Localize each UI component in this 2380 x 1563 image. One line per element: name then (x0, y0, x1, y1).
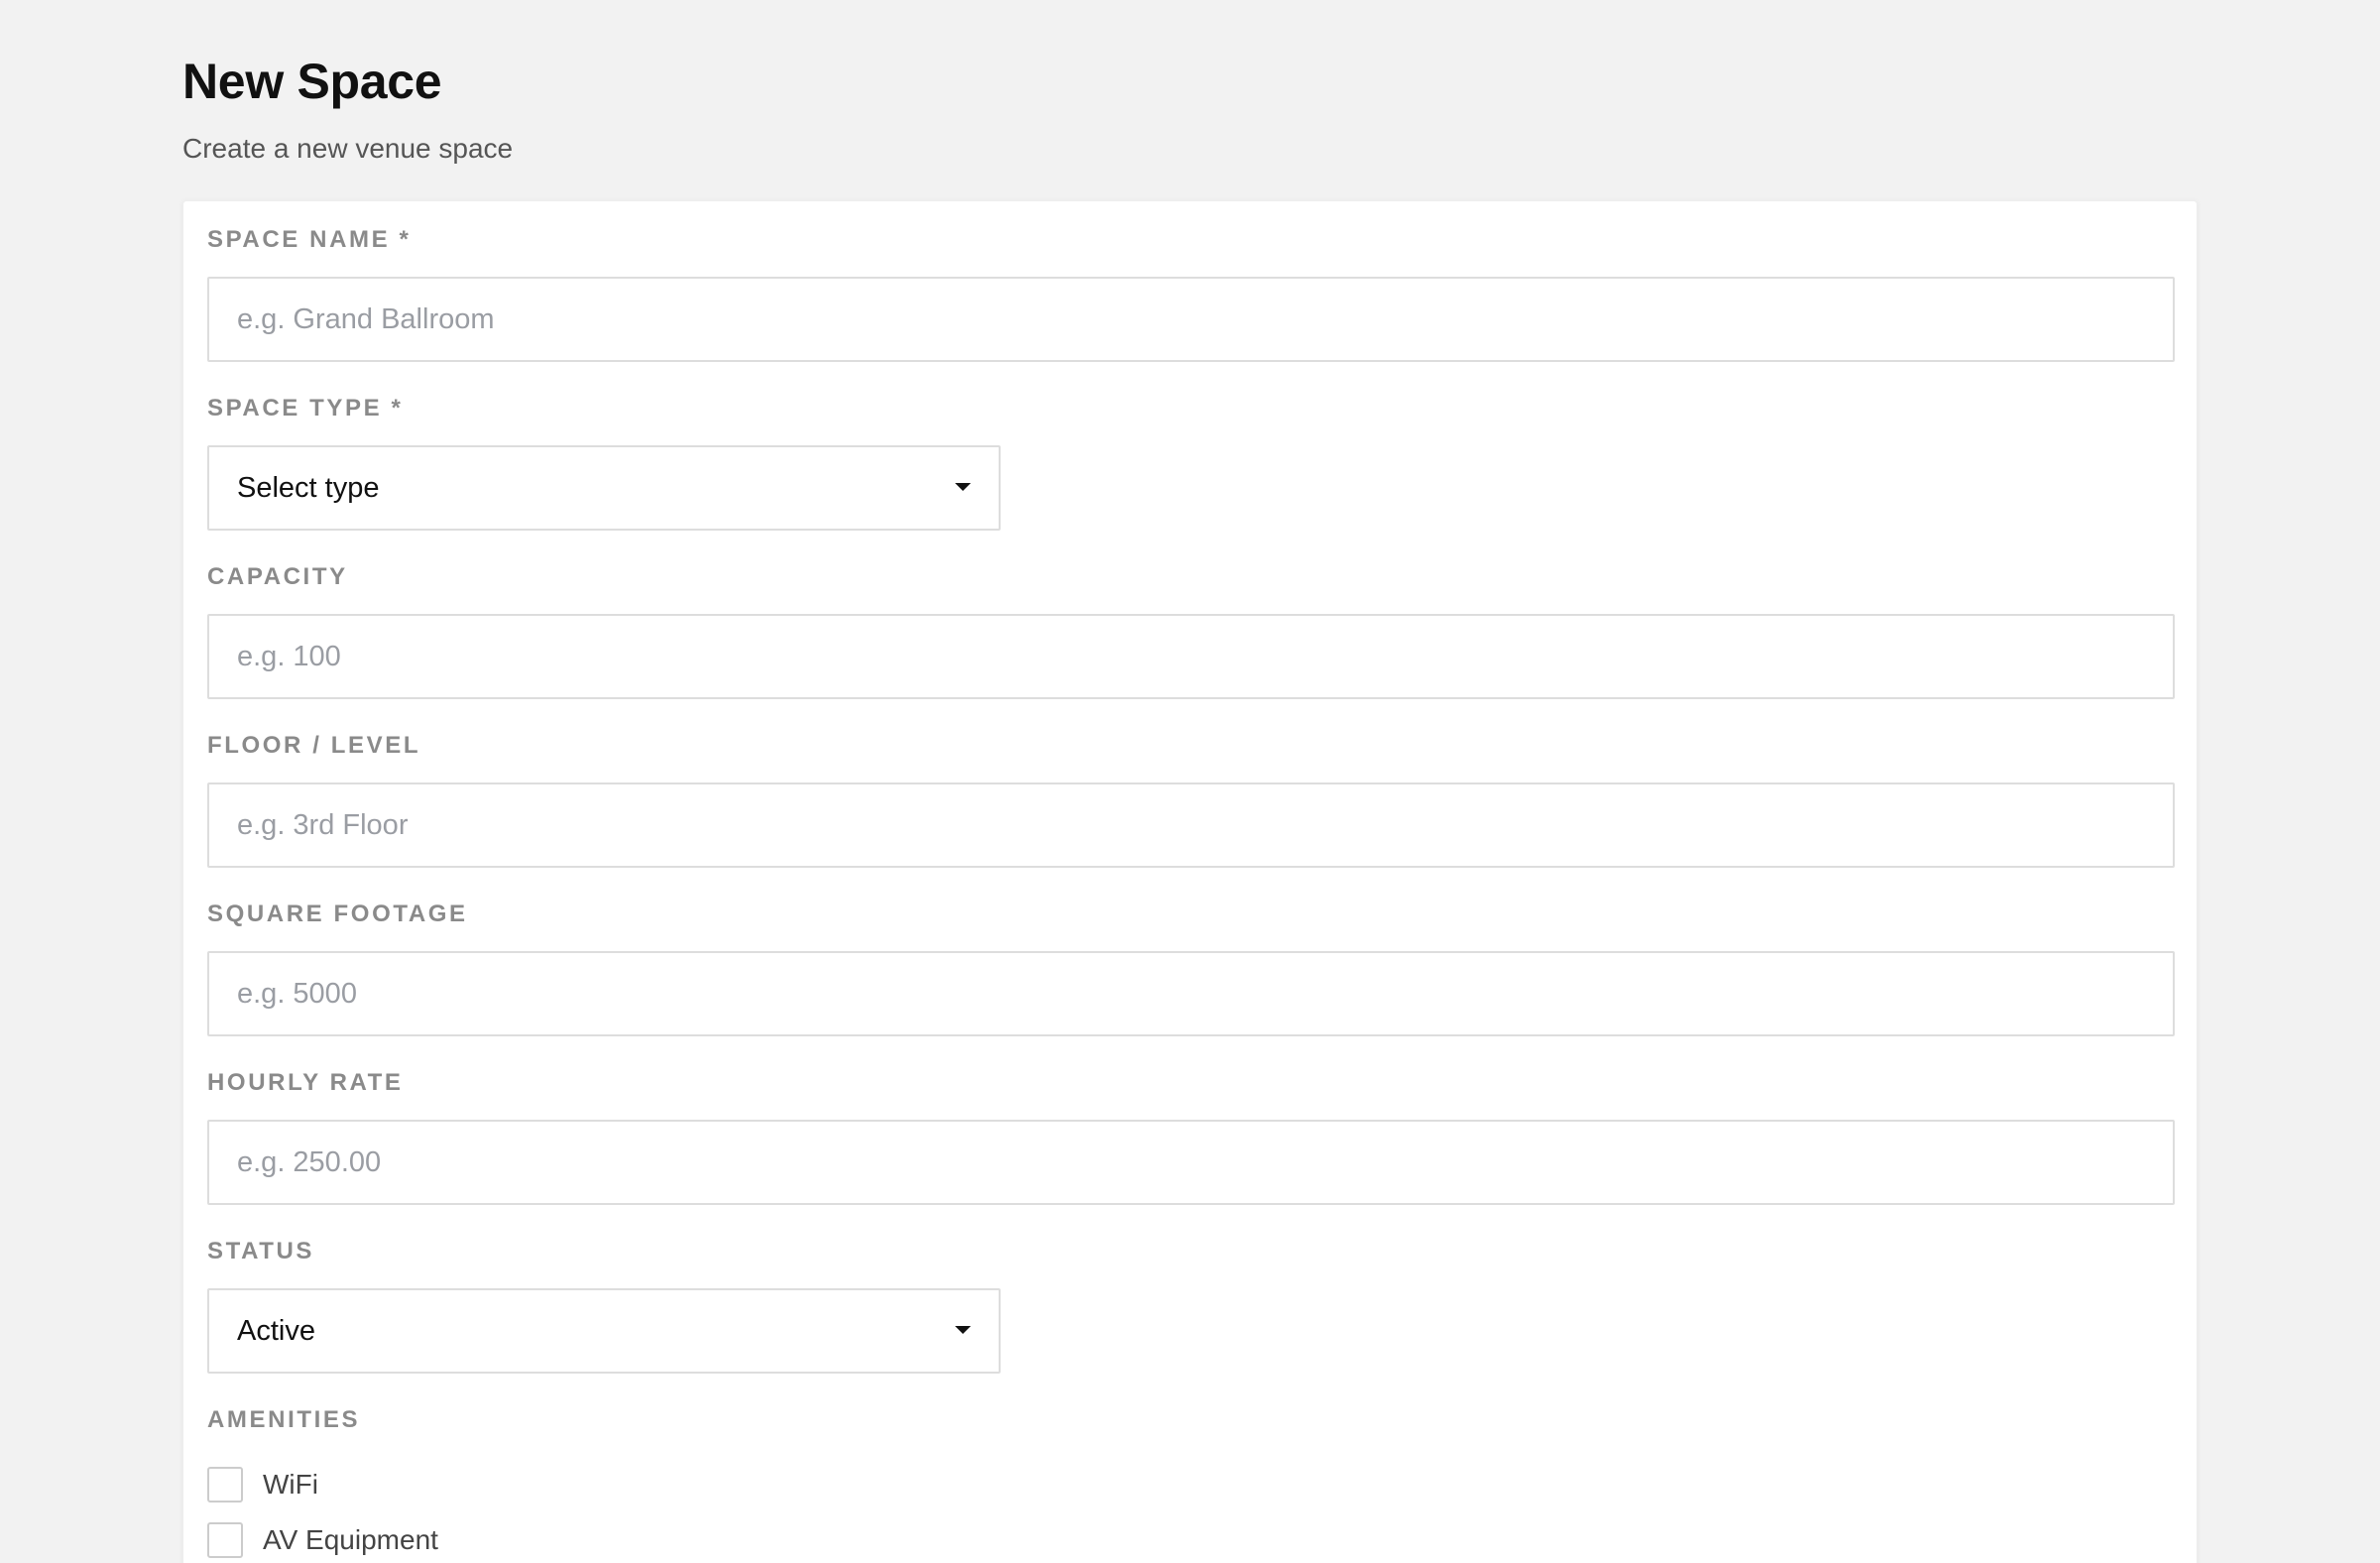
page-title: New Space (182, 54, 442, 109)
amenity-wifi[interactable]: WiFi (207, 1465, 318, 1504)
new-space-page: New Space Create a new venue space SPACE… (182, 0, 2198, 1563)
amenity-av-equipment[interactable]: AV Equipment (207, 1520, 438, 1560)
hourly-rate-label: HOURLY RATE (207, 1069, 404, 1096)
square-footage-input[interactable] (207, 951, 2175, 1036)
space-type-value: Select type (237, 472, 380, 504)
space-name-input[interactable] (207, 277, 2175, 362)
capacity-label: CAPACITY (207, 563, 348, 590)
new-space-form: SPACE NAME * SPACE TYPE * Select type CA… (182, 200, 2198, 1563)
wifi-checkbox[interactable] (207, 1467, 243, 1503)
square-footage-label: SQUARE FOOTAGE (207, 901, 468, 927)
capacity-input[interactable] (207, 614, 2175, 699)
hourly-rate-input[interactable] (207, 1120, 2175, 1205)
space-type-select[interactable]: Select type (207, 445, 1001, 531)
chevron-down-icon (955, 1326, 971, 1334)
status-label: STATUS (207, 1238, 315, 1264)
av-equipment-checkbox[interactable] (207, 1522, 243, 1558)
space-type-label: SPACE TYPE * (207, 395, 404, 421)
amenity-label: AV Equipment (263, 1524, 438, 1555)
space-name-label: SPACE NAME * (207, 226, 412, 253)
page-subtitle: Create a new venue space (182, 133, 514, 164)
amenities-label: AMENITIES (207, 1406, 361, 1433)
floor-level-input[interactable] (207, 782, 2175, 868)
chevron-down-icon (955, 483, 971, 491)
floor-level-label: FLOOR / LEVEL (207, 732, 421, 759)
amenity-label: WiFi (263, 1469, 318, 1500)
status-select[interactable]: Active (207, 1288, 1001, 1374)
status-value: Active (237, 1315, 315, 1347)
